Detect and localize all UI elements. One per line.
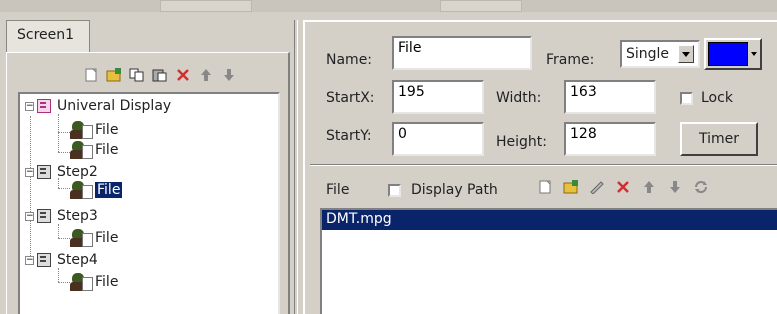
tree-group-label: Step2 [57,164,98,180]
lock-checkbox[interactable]: Lock [680,90,733,106]
starty-label: StartY: [326,128,372,144]
screen-icon [37,209,51,223]
move-up-icon[interactable] [197,66,215,84]
copy-icon[interactable] [128,66,146,84]
tree-connector [58,132,70,133]
tree-item[interactable]: File [70,272,118,292]
collapse-icon[interactable]: − [25,211,34,221]
delete-icon[interactable] [614,178,632,196]
tree-group-label: Univeral Display [57,98,172,114]
move-up-icon[interactable] [640,178,658,196]
tree-item[interactable]: File [70,120,118,140]
starty-input[interactable]: 0 [392,122,484,156]
move-down-icon[interactable] [220,66,238,84]
frame-color-picker[interactable] [704,38,762,70]
lock-label: Lock [701,90,733,106]
new-icon[interactable] [536,178,554,196]
name-label: Name: [326,52,373,68]
section-separator [310,164,777,166]
screen-icon [37,253,51,267]
width-label: Width: [496,90,542,106]
tree-item-label: File [95,230,119,246]
tree-group[interactable]: − Univeral Display [25,96,171,116]
move-down-icon[interactable] [666,178,684,196]
file-list[interactable]: DMT.mpg [320,208,777,314]
chevron-down-icon [751,52,757,56]
file-icon [70,181,93,199]
refresh-icon[interactable] [692,178,710,196]
edit-icon[interactable] [588,178,606,196]
startx-label: StartX: [326,90,375,106]
tree-group-label: Step4 [57,252,98,268]
top-strip [0,0,777,12]
file-icon [70,141,93,159]
tree-connector [58,224,59,238]
panel-divider[interactable] [294,20,298,314]
file-icon [70,121,93,139]
screen-icon [37,165,51,179]
file-list-item[interactable]: DMT.mpg [322,210,777,230]
tree-toolbar [82,66,238,86]
checkbox-box[interactable] [680,91,693,105]
tree-item-selected[interactable]: File [70,180,123,200]
display-path-checkbox[interactable]: Display Path [388,182,498,198]
tree-item[interactable]: File [70,228,118,248]
frame-select[interactable]: Single [620,40,700,68]
paste-icon[interactable] [151,66,169,84]
startx-input[interactable]: 195 [392,80,484,114]
tree-item[interactable]: File [70,140,118,160]
file-icon [70,229,93,247]
collapse-icon[interactable]: − [25,101,34,111]
collapse-icon[interactable]: − [25,255,34,265]
tree-connector [58,114,59,152]
display-path-label: Display Path [411,182,498,198]
tree-item-label: File [95,274,119,290]
tree-group[interactable]: − Step2 [25,162,98,182]
tree-group-label: Step3 [57,208,98,224]
tree-group[interactable]: − Step3 [25,206,98,226]
add-folder-icon[interactable] [562,178,580,196]
display-icon [37,99,51,113]
screen-tree[interactable]: − Univeral Display File File − Step2 Fil… [18,92,280,314]
file-toolbar [536,178,710,196]
frame-select-value: Single [626,46,670,62]
tree-connector [58,188,70,189]
timer-button[interactable]: Timer [680,122,758,156]
add-folder-icon[interactable] [105,66,123,84]
color-swatch [708,42,748,66]
height-input[interactable]: 128 [564,122,656,156]
file-icon [70,273,93,291]
tree-item-label: File [95,122,119,138]
name-input[interactable]: File [392,36,532,70]
tree-connector [30,116,31,264]
top-strip-segment [440,0,522,12]
file-list-label: File [326,182,350,198]
tree-connector [58,152,70,153]
tab-label: Screen1 [17,27,75,43]
tree-item-label: File [95,182,123,198]
tree-item-label: File [95,142,119,158]
tree-connector [58,238,70,239]
delete-icon[interactable] [174,66,192,84]
top-strip-segment [160,0,252,12]
tree-connector [58,268,59,282]
chevron-down-icon[interactable] [678,45,694,63]
new-icon[interactable] [82,66,100,84]
height-label: Height: [496,134,547,150]
frame-label: Frame: [546,52,595,68]
collapse-icon[interactable]: − [25,167,34,177]
tree-connector [58,282,70,283]
tree-group[interactable]: − Step4 [25,250,98,270]
width-input[interactable]: 163 [564,80,656,114]
tab-screen1[interactable]: Screen1 [6,20,90,54]
checkbox-box[interactable] [388,183,401,197]
